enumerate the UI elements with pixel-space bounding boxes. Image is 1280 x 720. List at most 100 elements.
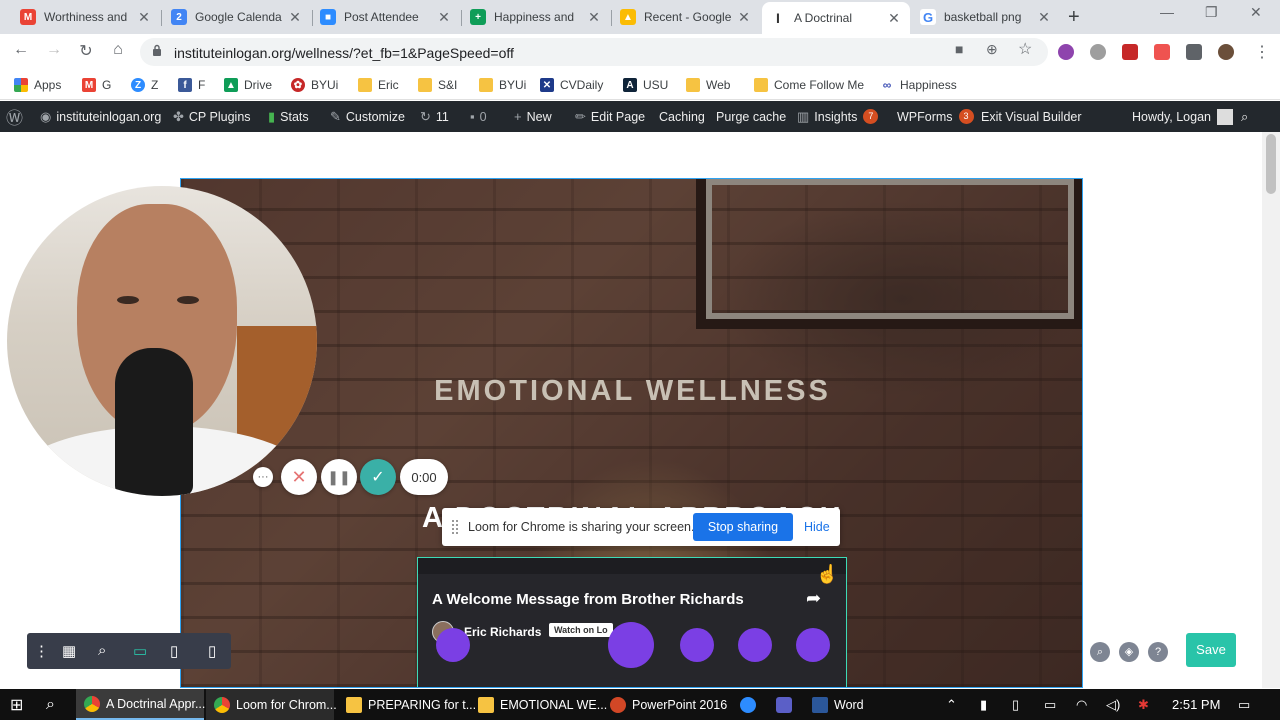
- close-tab-icon[interactable]: ✕: [1036, 9, 1052, 26]
- bookmark-s-and-i[interactable]: S&I: [418, 76, 457, 94]
- pause-recording-button[interactable]: ❚❚: [321, 459, 357, 495]
- play-button[interactable]: [608, 622, 654, 668]
- watch-on-loom-button[interactable]: Watch on Lo: [549, 623, 613, 637]
- tab-happiness[interactable]: + Happiness and ✕: [462, 4, 610, 30]
- tablet-view-icon[interactable]: ▯: [170, 642, 178, 660]
- show-hidden-icons-icon[interactable]: ⌃: [946, 697, 957, 713]
- tab-recent-google-drive[interactable]: ▲ Recent - Google ✕: [612, 4, 760, 30]
- wordpress-logo-icon[interactable]: Ⓦ: [6, 101, 28, 132]
- taskbar-app-word[interactable]: Word: [808, 689, 876, 720]
- tab-basketball-png[interactable]: G basketball png ✕: [912, 4, 1060, 30]
- taskbar-app-powerpoint[interactable]: PowerPoint 2016: [602, 689, 730, 720]
- drag-handle-icon[interactable]: [452, 520, 458, 534]
- bookmark-happiness[interactable]: ∞ Happiness: [880, 76, 957, 94]
- camera-icon[interactable]: ■: [955, 41, 963, 57]
- wp-cp-plugins[interactable]: ✤ CP Plugins: [173, 101, 251, 132]
- wp-comments[interactable]: ▪ 0: [470, 101, 487, 132]
- desktop-view-icon[interactable]: ▭: [133, 642, 147, 660]
- close-window-icon[interactable]: ✕: [1250, 4, 1262, 21]
- wp-updates[interactable]: ↻ 11: [420, 101, 449, 132]
- wp-exit-visual-builder[interactable]: Exit Visual Builder: [981, 101, 1082, 132]
- cancel-recording-button[interactable]: ✕: [281, 459, 317, 495]
- wp-insights[interactable]: ▥ Insights 7: [797, 101, 879, 132]
- save-button[interactable]: Save: [1186, 633, 1236, 667]
- wp-customize[interactable]: ✎ Customize: [330, 101, 405, 132]
- search-icon[interactable]: ⌕: [46, 689, 55, 720]
- forward-icon[interactable]: →: [43, 41, 65, 59]
- phone-view-icon[interactable]: ▯: [208, 642, 216, 660]
- volume-icon[interactable]: ◁): [1106, 697, 1120, 713]
- wp-new[interactable]: + New: [514, 101, 552, 132]
- address-bar[interactable]: instituteinlogan.org/wellness/?et_fb=1&P…: [140, 38, 1048, 66]
- new-tab-button[interactable]: +: [1068, 6, 1080, 29]
- tab-a-doctrinal-active[interactable]: I A Doctrinal ✕: [762, 2, 910, 34]
- bookmark-come-follow-me[interactable]: Come Follow Me: [754, 76, 864, 94]
- tab-gmail[interactable]: M Worthiness and ✕: [12, 4, 160, 30]
- extension-icon[interactable]: [1154, 44, 1170, 60]
- hide-notice-link[interactable]: Hide: [804, 520, 830, 534]
- zoom-lens-icon[interactable]: ⊕: [986, 41, 998, 58]
- lastpass-icon[interactable]: [1122, 44, 1138, 60]
- stop-sharing-button[interactable]: Stop sharing: [693, 513, 793, 541]
- wifi-icon[interactable]: ◠: [1076, 697, 1087, 713]
- close-tab-icon[interactable]: ✕: [287, 9, 303, 26]
- taskbar-app-preparing-folder[interactable]: PREPARING for t...: [338, 689, 476, 720]
- bookmark-byui[interactable]: ✿ BYUi: [291, 76, 338, 94]
- zoom-app-icon[interactable]: [740, 689, 756, 720]
- reload-icon[interactable]: ↻: [75, 41, 97, 61]
- more-settings-icon[interactable]: ⋮: [34, 642, 49, 660]
- search-icon[interactable]: ⌕: [1090, 642, 1110, 662]
- teams-app-icon[interactable]: [776, 689, 792, 720]
- close-tab-icon[interactable]: ✕: [736, 9, 752, 26]
- bookmark-drive[interactable]: ▲ Drive: [224, 76, 272, 94]
- extension-icon[interactable]: [1058, 44, 1074, 60]
- finish-recording-button[interactable]: ✓: [360, 459, 396, 495]
- page-scrollbar[interactable]: [1262, 132, 1280, 688]
- bookmark-facebook[interactable]: fF: [178, 76, 205, 94]
- bookmark-star-icon[interactable]: ☆: [1018, 39, 1032, 59]
- windows-start-icon[interactable]: ⊞: [10, 689, 23, 720]
- wp-site-link[interactable]: ◉ instituteinlogan.org: [40, 101, 161, 132]
- home-icon[interactable]: ⌂: [107, 41, 129, 59]
- puzzle-extensions-icon[interactable]: [1186, 44, 1202, 60]
- close-tab-icon[interactable]: ✕: [436, 9, 452, 26]
- close-tab-icon[interactable]: ✕: [136, 9, 152, 26]
- tab-google-calendar[interactable]: 2 Google Calenda ✕: [163, 4, 311, 30]
- bookmark-usu[interactable]: A USU: [623, 76, 668, 94]
- battery-icon[interactable]: ▭: [1044, 697, 1056, 713]
- bookmark-apps[interactable]: Apps: [14, 76, 61, 94]
- taskbar-clock[interactable]: 2:51 PM: [1172, 697, 1220, 712]
- taskbar-app-emotional-folder[interactable]: EMOTIONAL WE...: [470, 689, 607, 720]
- help-icon[interactable]: ?: [1148, 642, 1168, 662]
- notifications-icon[interactable]: ▭: [1238, 697, 1250, 713]
- taskbar-app-chrome-loom[interactable]: Loom for Chrom...: [206, 689, 337, 720]
- dropbox-icon[interactable]: ✱: [1138, 697, 1149, 713]
- zoom-out-icon[interactable]: ⌕: [98, 642, 106, 659]
- layers-icon[interactable]: ◈: [1119, 642, 1139, 662]
- wp-wpforms[interactable]: WPForms 3: [897, 101, 974, 132]
- wp-search-icon[interactable]: ⌕: [1241, 101, 1253, 132]
- wp-caching[interactable]: Caching: [659, 101, 705, 132]
- close-tab-icon[interactable]: ✕: [586, 9, 602, 26]
- profile-avatar[interactable]: [1218, 44, 1234, 60]
- taskbar-app-chrome-doctrinal[interactable]: A Doctrinal Appr...: [76, 689, 205, 720]
- close-tab-icon[interactable]: ✕: [886, 10, 902, 27]
- video-embed[interactable]: A Welcome Message from Brother Richards …: [417, 557, 847, 687]
- extension-icon[interactable]: [1090, 44, 1106, 60]
- tab-post-attendee[interactable]: ■ Post Attendee ✕: [312, 4, 460, 30]
- wp-purge-cache[interactable]: Purge cache: [716, 101, 786, 132]
- menu-dots-icon[interactable]: ⋮: [1254, 42, 1270, 62]
- bookmark-cvdaily[interactable]: ✕ CVDaily: [540, 76, 603, 94]
- restore-icon[interactable]: ❐: [1205, 4, 1218, 21]
- back-icon[interactable]: ←: [10, 41, 32, 59]
- share-arrow-icon[interactable]: ➦: [806, 588, 821, 609]
- wireframe-view-icon[interactable]: ▦: [62, 642, 76, 660]
- bookmark-byui-folder[interactable]: BYUi: [479, 76, 526, 94]
- phone-icon[interactable]: ▯: [1012, 697, 1019, 713]
- wp-edit-page[interactable]: ✏ Edit Page: [575, 101, 645, 132]
- microphone-icon[interactable]: ▮: [980, 697, 987, 713]
- bookmark-zoom[interactable]: ZZ: [131, 76, 158, 94]
- bookmark-gmail[interactable]: MG: [82, 76, 111, 94]
- bookmark-eric[interactable]: Eric: [358, 76, 399, 94]
- webcam-bubble[interactable]: [7, 186, 317, 496]
